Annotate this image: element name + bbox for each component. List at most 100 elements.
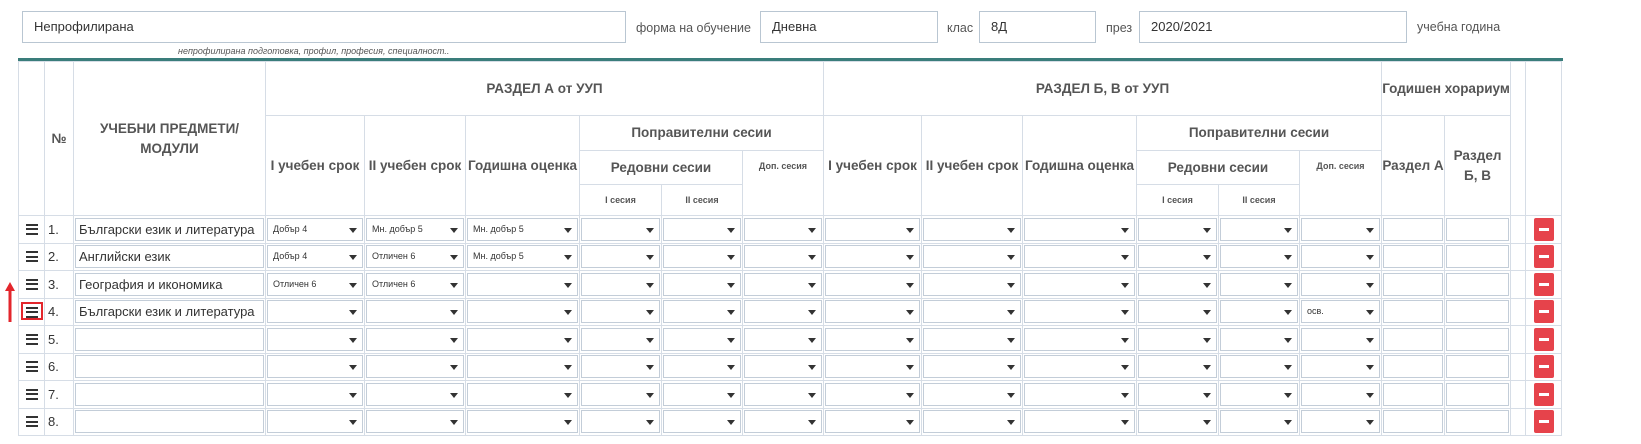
section-bv-session2-select[interactable] [1220, 217, 1298, 241]
section-a-term1-select[interactable] [267, 300, 363, 324]
hamburger-icon[interactable] [25, 388, 38, 400]
section-a-term2-select[interactable]: Отличен 6 [366, 272, 464, 296]
hours-section-a-input[interactable] [1383, 355, 1443, 379]
section-bv-term1-select[interactable] [825, 245, 920, 269]
hamburger-icon[interactable] [25, 306, 38, 318]
section-bv-term2-select[interactable] [923, 355, 1021, 379]
section-a-additional-select[interactable] [744, 245, 822, 269]
section-a-additional-select[interactable] [744, 355, 822, 379]
hours-section-a-input[interactable] [1383, 410, 1443, 434]
section-a-session1-select[interactable] [581, 272, 660, 296]
class-input[interactable]: 8Д [979, 11, 1096, 43]
subject-input[interactable]: География и икономика [75, 272, 264, 296]
section-a-term1-select[interactable] [267, 410, 363, 434]
hamburger-icon[interactable] [25, 333, 38, 345]
section-a-term1-select[interactable]: Добър 4 [267, 217, 363, 241]
hours-section-bv-input[interactable] [1446, 355, 1509, 379]
section-a-session1-select[interactable] [581, 217, 660, 241]
subject-input[interactable]: Български език и литература [75, 217, 264, 241]
section-bv-annual-select[interactable] [1024, 382, 1135, 406]
section-bv-additional-select[interactable] [1301, 382, 1380, 406]
section-bv-annual-select[interactable] [1024, 245, 1135, 269]
section-bv-session2-select[interactable] [1220, 410, 1298, 434]
section-bv-annual-select[interactable] [1024, 355, 1135, 379]
section-bv-annual-select[interactable] [1024, 410, 1135, 434]
hamburger-icon[interactable] [25, 278, 38, 290]
section-bv-term2-select[interactable] [923, 300, 1021, 324]
section-a-session2-select[interactable] [663, 327, 741, 351]
hamburger-icon[interactable] [25, 361, 38, 373]
section-a-session1-select[interactable] [581, 245, 660, 269]
school-year-input[interactable]: 2020/2021 [1139, 11, 1407, 43]
hours-section-a-input[interactable] [1383, 245, 1443, 269]
minus-icon[interactable] [1533, 272, 1554, 296]
hours-section-bv-input[interactable] [1446, 272, 1509, 296]
section-a-term2-select[interactable]: Мн. добър 5 [366, 217, 464, 241]
hamburger-icon[interactable] [25, 251, 38, 263]
hours-section-a-input[interactable] [1383, 272, 1443, 296]
profile-input[interactable]: Непрофилирана [22, 11, 626, 43]
section-a-session2-select[interactable] [663, 217, 741, 241]
subject-input[interactable] [75, 382, 264, 406]
hamburger-icon[interactable] [25, 416, 38, 428]
section-bv-term2-select[interactable] [923, 327, 1021, 351]
section-a-session1-select[interactable] [581, 382, 660, 406]
section-bv-term1-select[interactable] [825, 327, 920, 351]
section-a-session1-select[interactable] [581, 410, 660, 434]
section-a-session2-select[interactable] [663, 382, 741, 406]
section-a-annual-select[interactable] [467, 382, 578, 406]
section-bv-session1-select[interactable] [1138, 245, 1217, 269]
section-bv-term2-select[interactable] [923, 382, 1021, 406]
education-form-input[interactable]: Дневна [760, 11, 938, 43]
minus-icon[interactable] [1533, 382, 1554, 406]
hours-section-bv-input[interactable] [1446, 217, 1509, 241]
section-bv-term2-select[interactable] [923, 245, 1021, 269]
section-bv-session1-select[interactable] [1138, 327, 1217, 351]
drag-handle-highlight[interactable] [20, 301, 43, 320]
section-bv-term2-select[interactable] [923, 217, 1021, 241]
hours-section-bv-input[interactable] [1446, 410, 1509, 434]
section-a-additional-select[interactable] [744, 327, 822, 351]
section-a-additional-select[interactable] [744, 382, 822, 406]
minus-icon[interactable] [1533, 327, 1554, 351]
section-bv-session1-select[interactable] [1138, 355, 1217, 379]
subject-input[interactable] [75, 410, 264, 434]
section-bv-annual-select[interactable] [1024, 272, 1135, 296]
section-a-additional-select[interactable] [744, 300, 822, 324]
section-a-term1-select[interactable]: Отличен 6 [267, 272, 363, 296]
section-bv-annual-select[interactable] [1024, 327, 1135, 351]
section-bv-term2-select[interactable] [923, 410, 1021, 434]
section-bv-term1-select[interactable] [825, 410, 920, 434]
section-a-session2-select[interactable] [663, 355, 741, 379]
hours-section-bv-input[interactable] [1446, 245, 1509, 269]
section-a-annual-select[interactable]: Мн. добър 5 [467, 217, 578, 241]
hours-section-bv-input[interactable] [1446, 327, 1509, 351]
section-a-session1-select[interactable] [581, 355, 660, 379]
section-bv-session2-select[interactable] [1220, 382, 1298, 406]
section-bv-additional-select[interactable] [1301, 245, 1380, 269]
section-a-session1-select[interactable] [581, 327, 660, 351]
subject-input[interactable] [75, 327, 264, 351]
section-a-term2-select[interactable] [366, 327, 464, 351]
section-bv-session2-select[interactable] [1220, 300, 1298, 324]
section-bv-session2-select[interactable] [1220, 327, 1298, 351]
section-a-term1-select[interactable] [267, 382, 363, 406]
section-a-term1-select[interactable]: Добър 4 [267, 245, 363, 269]
section-a-session2-select[interactable] [663, 272, 741, 296]
section-a-term2-select[interactable] [366, 300, 464, 324]
section-bv-term1-select[interactable] [825, 355, 920, 379]
section-a-term2-select[interactable]: Отличен 6 [366, 245, 464, 269]
section-a-session2-select[interactable] [663, 300, 741, 324]
hours-section-a-input[interactable] [1383, 217, 1443, 241]
section-a-session1-select[interactable] [581, 300, 660, 324]
section-a-annual-select[interactable] [467, 272, 578, 296]
section-bv-session1-select[interactable] [1138, 300, 1217, 324]
section-a-annual-select[interactable] [467, 327, 578, 351]
minus-icon[interactable] [1533, 355, 1554, 379]
hours-section-a-input[interactable] [1383, 300, 1443, 324]
section-a-additional-select[interactable] [744, 217, 822, 241]
section-bv-annual-select[interactable] [1024, 217, 1135, 241]
section-bv-additional-select[interactable]: осв. [1301, 300, 1380, 324]
section-bv-term2-select[interactable] [923, 272, 1021, 296]
section-bv-additional-select[interactable] [1301, 355, 1380, 379]
